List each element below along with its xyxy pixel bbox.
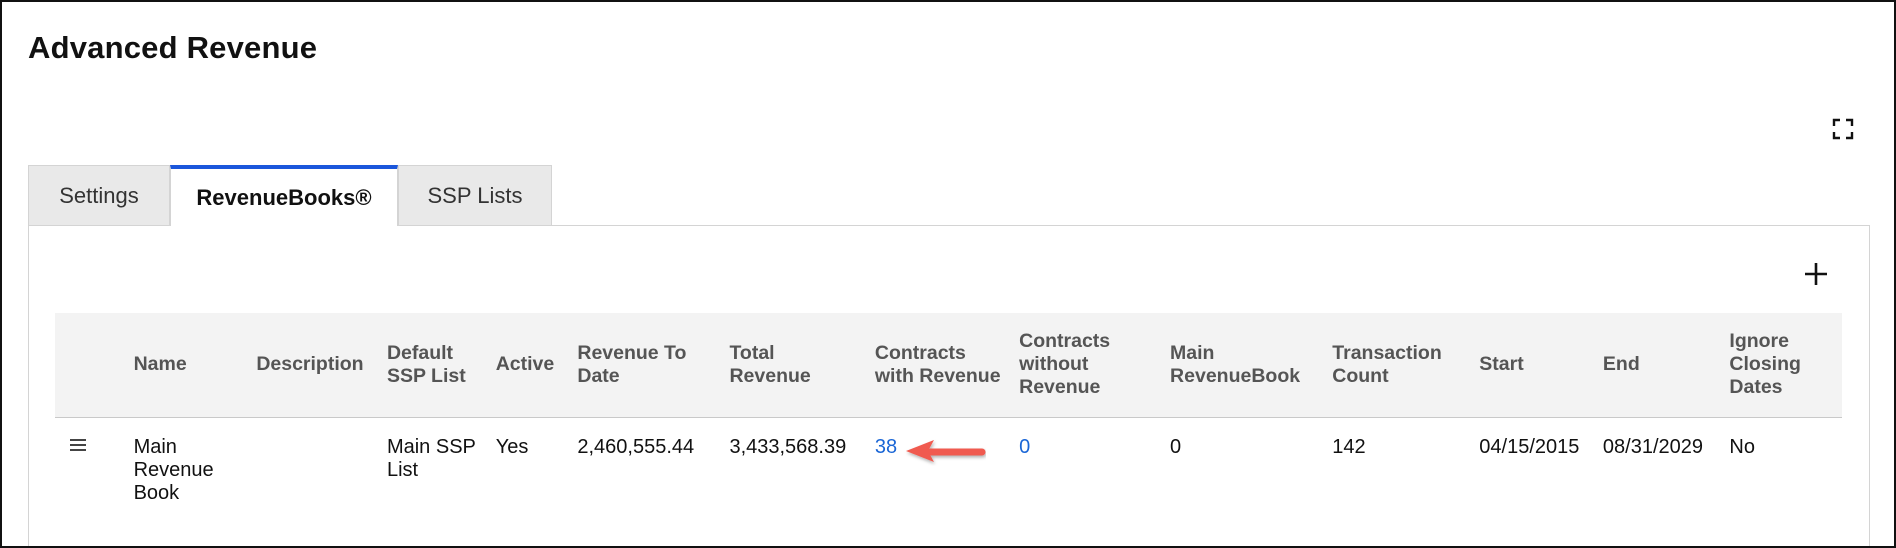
cell-transaction-count: 142 xyxy=(1332,435,1366,458)
cell-active: Yes xyxy=(495,435,529,458)
table-header-row: Name Description Default SSP List Active… xyxy=(55,313,1842,418)
column-header-active[interactable]: Active xyxy=(487,313,570,418)
drag-handle-icon[interactable] xyxy=(69,437,87,453)
cell-main-revenuebook: 0 xyxy=(1170,435,1182,458)
tab-revenuebooks[interactable]: RevenueBooks® xyxy=(170,165,398,226)
cell-description xyxy=(248,417,379,517)
revenuebooks-table: Name Description Default SSP List Active… xyxy=(55,313,1842,517)
cell-default-ssp-list: Main SSP List xyxy=(386,435,476,481)
tab-bar: Settings RevenueBooks® SSP Lists xyxy=(28,165,552,226)
column-header-end[interactable]: End xyxy=(1594,313,1722,418)
cell-total-revenue: 3,433,568.39 xyxy=(729,435,847,458)
plus-icon[interactable] xyxy=(1802,260,1830,288)
column-header-name[interactable]: Name xyxy=(125,313,249,418)
contracts-with-revenue-link[interactable]: 38 xyxy=(875,436,897,458)
cell-name: Main Revenue Book xyxy=(133,435,214,504)
tab-settings[interactable]: Settings xyxy=(28,165,170,225)
column-header-default-ssp-list[interactable]: Default SSP List xyxy=(378,313,488,418)
cell-start: 04/15/2015 xyxy=(1479,435,1580,458)
column-header-description[interactable]: Description xyxy=(248,313,379,418)
column-header-ignore-closing-dates[interactable]: Ignore Closing Dates xyxy=(1721,313,1842,418)
cell-ignore-closing-dates: No xyxy=(1729,435,1755,458)
column-header-revenue-to-date[interactable]: Revenue To Date xyxy=(569,313,722,418)
contracts-without-revenue-link[interactable]: 0 xyxy=(1019,436,1030,458)
column-header-main-revenuebook[interactable]: Main RevenueBook xyxy=(1162,313,1325,418)
annotation-arrow-icon xyxy=(906,440,986,462)
column-header-total-revenue[interactable]: Total Revenue xyxy=(721,313,867,418)
app-window: Advanced Revenue Settings RevenueBooks® … xyxy=(0,0,1896,548)
column-header-start[interactable]: Start xyxy=(1471,313,1595,418)
column-header-transaction-count[interactable]: Transaction Count xyxy=(1324,313,1472,418)
column-header-drag xyxy=(55,313,126,418)
cell-end: 08/31/2029 xyxy=(1602,435,1704,458)
drag-cell[interactable] xyxy=(55,417,126,517)
table-row[interactable]: Main Revenue Book Main SSP List Yes 2,46… xyxy=(55,417,1842,517)
cell-contracts-without-revenue: 0 xyxy=(1011,417,1162,517)
column-header-contracts-with-revenue[interactable]: Contracts with Revenue xyxy=(866,313,1012,418)
tab-ssp-lists[interactable]: SSP Lists xyxy=(398,165,552,225)
expand-icon[interactable] xyxy=(1832,118,1854,140)
page-title: Advanced Revenue xyxy=(28,30,318,65)
cell-contracts-with-revenue: 38 xyxy=(867,417,1011,517)
cell-revenue-to-date: 2,460,555.44 xyxy=(577,435,695,458)
column-header-contracts-without-revenue[interactable]: Contracts without Revenue xyxy=(1011,313,1163,418)
